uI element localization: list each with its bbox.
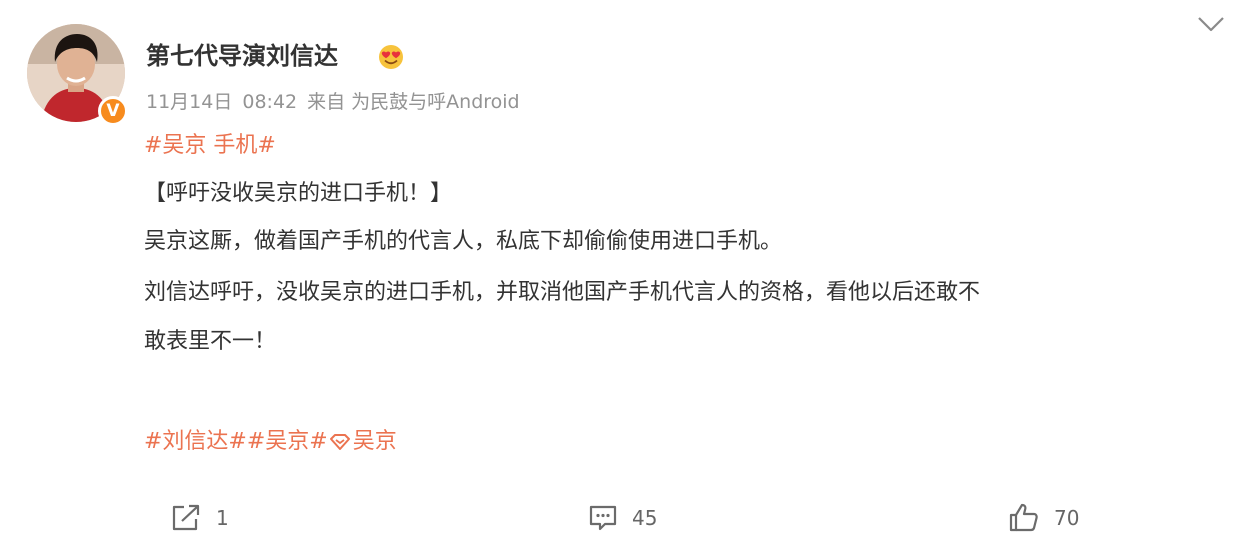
post-text-line: 刘信达呼吁，没收吴京的进口手机，并取消他国产手机代言人的资格，看他以后还敢不 <box>144 280 981 305</box>
share-count: 1 <box>216 506 229 530</box>
username[interactable]: 第七代导演刘信达 <box>146 38 338 74</box>
like-icon <box>1009 503 1038 532</box>
heart-eyes-emoji-icon <box>379 45 403 69</box>
hashtag-row: #刘信达# #吴京# 吴京 <box>144 426 397 458</box>
post-text-line: 敢表里不一！ <box>144 329 277 354</box>
post-text-line: 【呼吁没收吴京的进口手机！】 <box>144 181 453 206</box>
like-count: 70 <box>1054 506 1080 530</box>
super-topic-link[interactable]: 吴京 <box>353 426 397 458</box>
chevron-down-icon[interactable] <box>1196 14 1226 36</box>
hashtag-link[interactable]: #吴京 手机# <box>144 130 276 162</box>
hashtag-link-2[interactable]: #吴京# <box>247 426 328 458</box>
post-meta: 11月14日 08:42 来自 为民鼓与呼Android <box>146 88 520 116</box>
hashtag-link-1[interactable]: #刘信达# <box>144 426 247 458</box>
comment-count: 45 <box>632 506 658 530</box>
share-button[interactable]: 1 <box>170 502 229 534</box>
post-time[interactable]: 08:42 <box>242 91 297 113</box>
post-date[interactable]: 11月14日 <box>146 91 232 113</box>
post-source: 来自 为民鼓与呼Android <box>307 91 520 113</box>
comment-icon <box>589 505 617 531</box>
like-button[interactable]: 70 <box>1008 502 1079 534</box>
share-icon <box>172 504 200 531</box>
super-topic-icon[interactable] <box>329 433 351 451</box>
weibo-post: V 第七代导演刘信达 11月14日 08:42 来自 为民鼓与呼Android #吴… <box>0 0 1238 560</box>
post-text-line: 吴京这厮，做着国产手机的代言人，私底下却偷偷使用进口手机。 <box>144 229 783 254</box>
comment-button[interactable]: 45 <box>588 502 657 534</box>
verified-badge-icon: V <box>98 96 128 126</box>
